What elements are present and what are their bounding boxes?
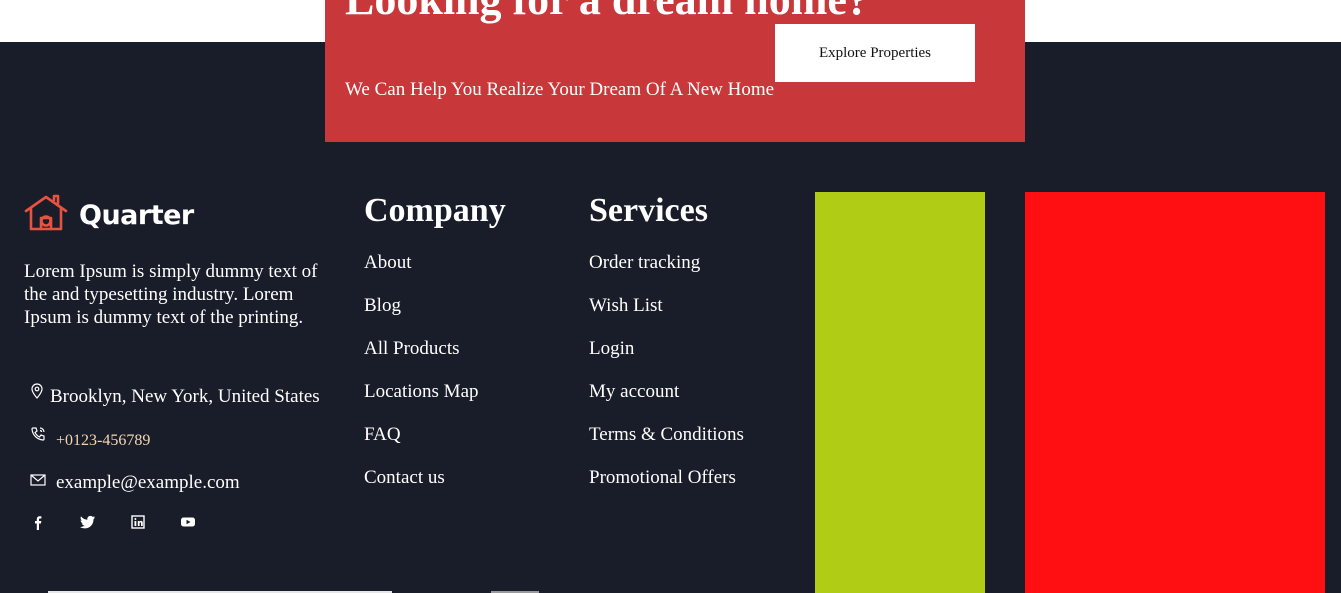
company-heading: Company [364,192,506,229]
services-link-wish-list-text[interactable]: Wish List [589,295,663,316]
about-text: Lorem Ipsum is simply dummy text of the … [24,261,318,328]
services-link-promotional-offers[interactable]: Promotional Offers [589,467,744,510]
linkedin-icon[interactable] [130,514,146,530]
facebook-icon[interactable] [30,514,46,530]
company-link-all-products[interactable]: All Products [364,338,479,381]
services-heading: Services [589,192,708,229]
house-logo-icon [24,194,68,237]
services-link-my-account[interactable]: My account [589,381,744,424]
services-link-order-tracking-text[interactable]: Order tracking [589,252,700,273]
green-placeholder-block [815,192,985,593]
map-pin-icon [30,383,44,404]
company-link-blog-text[interactable]: Blog [364,295,401,316]
phone-icon [30,427,46,447]
services-links: Order tracking Wish List Login My accoun… [589,252,744,510]
services-link-login-text[interactable]: Login [589,338,634,359]
mail-icon [30,472,46,491]
company-link-contact-us-text[interactable]: Contact us [364,467,445,488]
company-link-faq-text[interactable]: FAQ [364,424,401,445]
email-link[interactable]: example@example.com [56,472,240,494]
services-link-wish-list[interactable]: Wish List [589,295,744,338]
red-placeholder-block [1025,192,1325,593]
company-link-faq[interactable]: FAQ [364,424,479,467]
cta-banner: Looking for a dream home? We Can Help Yo… [325,0,1025,142]
email-row[interactable]: example@example.com [30,472,240,494]
social-links [30,514,230,530]
address-row: Brooklyn, New York, United States [30,383,320,408]
services-link-my-account-text[interactable]: My account [589,381,679,402]
company-link-about[interactable]: About [364,252,479,295]
company-link-contact-us[interactable]: Contact us [364,467,479,510]
twitter-icon[interactable] [80,514,96,530]
services-link-terms[interactable]: Terms & Conditions [589,424,744,467]
youtube-icon[interactable] [180,514,196,530]
explore-properties-button[interactable]: Explore Properties [775,24,975,82]
company-link-locations-map[interactable]: Locations Map [364,381,479,424]
address-text: Brooklyn, New York, United States [50,386,320,407]
company-link-about-text[interactable]: About [364,252,412,273]
services-link-login[interactable]: Login [589,338,744,381]
cta-title: Looking for a dream home? [345,0,869,22]
services-link-order-tracking[interactable]: Order tracking [589,252,744,295]
services-link-terms-text[interactable]: Terms & Conditions [589,424,744,445]
company-link-blog[interactable]: Blog [364,295,479,338]
company-link-all-products-text[interactable]: All Products [364,338,460,359]
cta-subtitle: We Can Help You Realize Your Dream Of A … [345,79,775,100]
phone-row[interactable]: +0123-456789 [30,427,150,450]
company-link-locations-map-text[interactable]: Locations Map [364,381,479,402]
services-link-promotional-offers-text[interactable]: Promotional Offers [589,467,736,488]
brand[interactable]: Quarter [24,194,194,237]
brand-name: Quarter [79,200,194,231]
phone-link[interactable]: +0123-456789 [56,432,150,450]
company-links: About Blog All Products Locations Map FA… [364,252,479,510]
